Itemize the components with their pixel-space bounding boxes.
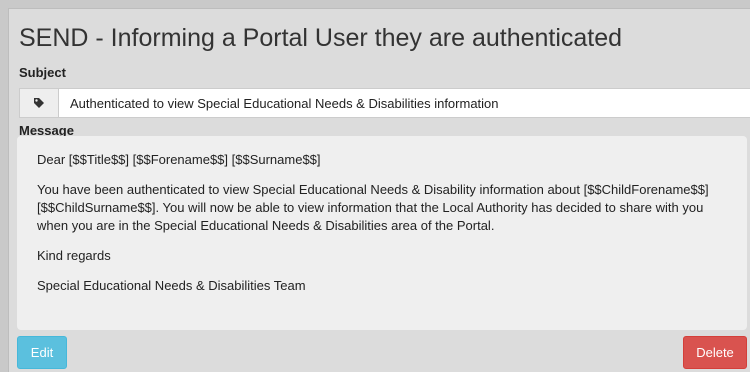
- message-paragraph: You have been authenticated to view Spec…: [37, 182, 709, 233]
- tag-icon: [20, 89, 59, 117]
- message-closing: Kind regards: [37, 248, 111, 263]
- message-body: Dear [$$Title$$] [$$Forename$$] [$$Surna…: [17, 136, 747, 330]
- subject-value: Authenticated to view Special Educationa…: [70, 95, 499, 111]
- delete-button[interactable]: Delete: [683, 336, 747, 369]
- edit-button[interactable]: Edit: [17, 336, 67, 369]
- message-greeting: Dear [$$Title$$] [$$Forename$$] [$$Surna…: [37, 152, 321, 167]
- message-signature: Special Educational Needs & Disabilities…: [37, 278, 306, 293]
- page-title: SEND - Informing a Portal User they are …: [19, 24, 623, 52]
- subject-field: Authenticated to view Special Educationa…: [19, 88, 750, 118]
- subject-label: Subject: [19, 65, 66, 80]
